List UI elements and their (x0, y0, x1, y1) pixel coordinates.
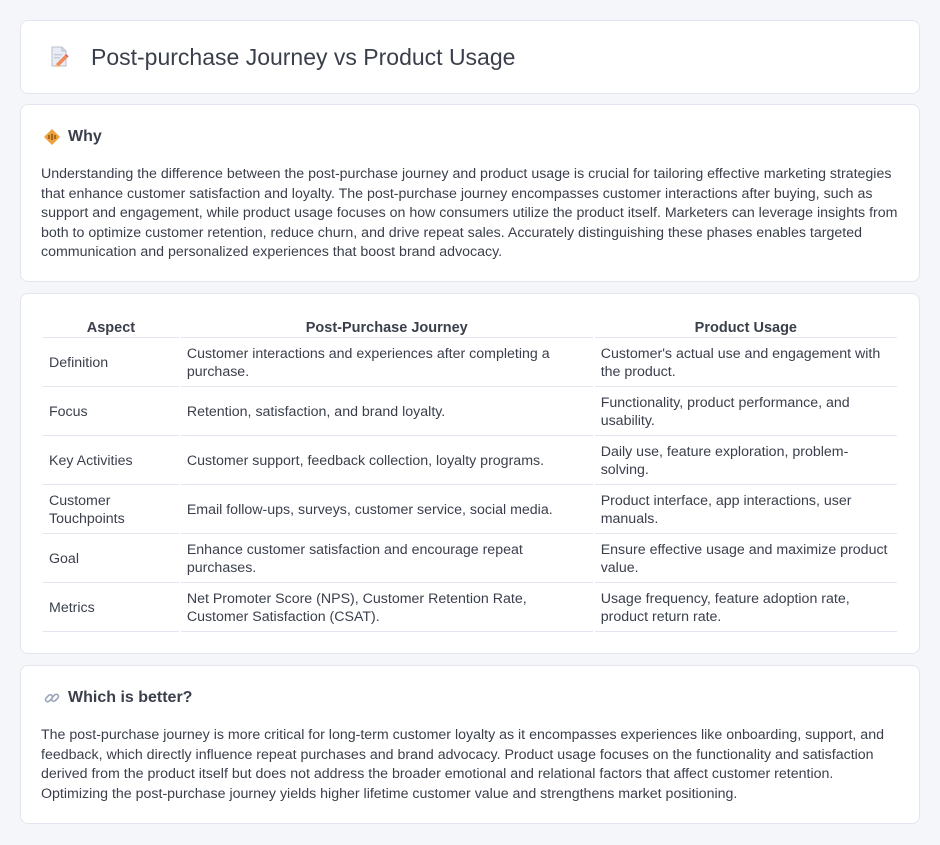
page-title: Post-purchase Journey vs Product Usage (91, 43, 516, 70)
table-row: Goal Enhance customer satisfaction and e… (43, 536, 897, 583)
table-cell: Email follow-ups, surveys, customer serv… (180, 487, 593, 534)
comparison-table: Aspect Post-Purchase Journey Product Usa… (41, 315, 899, 634)
which-is-better-section: Which is better? The post-purchase journ… (20, 665, 920, 824)
table-cell: Key Activities (43, 438, 179, 485)
table-cell: Customer's actual use and engagement wit… (594, 340, 897, 387)
column-header-post-purchase: Post-Purchase Journey (180, 317, 593, 338)
table-cell: Usage frequency, feature adoption rate, … (594, 585, 897, 632)
table-cell: Net Promoter Score (NPS), Customer Reten… (180, 585, 593, 632)
table-row: Focus Retention, satisfaction, and brand… (43, 389, 897, 436)
table-cell: Enhance customer satisfaction and encour… (180, 536, 593, 583)
table-row: Metrics Net Promoter Score (NPS), Custom… (43, 585, 897, 632)
which-is-better-text: The post-purchase journey is more critic… (41, 727, 884, 802)
column-header-aspect: Aspect (43, 317, 179, 338)
table-cell: Goal (43, 536, 179, 583)
document-edit-icon (47, 45, 71, 69)
table-cell: Functionality, product performance, and … (594, 389, 897, 436)
why-title: Why (68, 128, 102, 145)
which-is-better-title: Which is better? (68, 689, 193, 706)
table-cell: Definition (43, 340, 179, 387)
table-cell: Daily use, feature exploration, problem-… (594, 438, 897, 485)
why-section: Why Understanding the difference between… (20, 104, 920, 282)
diamond-sign-icon (43, 128, 61, 146)
table-row: Definition Customer interactions and exp… (43, 340, 897, 387)
why-text: Understanding the difference between the… (41, 166, 898, 261)
link-icon (43, 689, 61, 707)
table-cell: Ensure effective usage and maximize prod… (594, 536, 897, 583)
table-header-row: Aspect Post-Purchase Journey Product Usa… (43, 317, 897, 338)
table-cell: Retention, satisfaction, and brand loyal… (180, 389, 593, 436)
table-cell: Product interface, app interactions, use… (594, 487, 897, 534)
table-row: Key Activities Customer support, feedbac… (43, 438, 897, 485)
table-row: Customer Touchpoints Email follow-ups, s… (43, 487, 897, 534)
table-cell: Metrics (43, 585, 179, 632)
comparison-section: Aspect Post-Purchase Journey Product Usa… (20, 293, 920, 654)
table-cell: Customer Touchpoints (43, 487, 179, 534)
header-card: Post-purchase Journey vs Product Usage (20, 20, 920, 94)
table-cell: Customer support, feedback collection, l… (180, 438, 593, 485)
table-cell: Customer interactions and experiences af… (180, 340, 593, 387)
table-cell: Focus (43, 389, 179, 436)
column-header-product-usage: Product Usage (594, 317, 897, 338)
